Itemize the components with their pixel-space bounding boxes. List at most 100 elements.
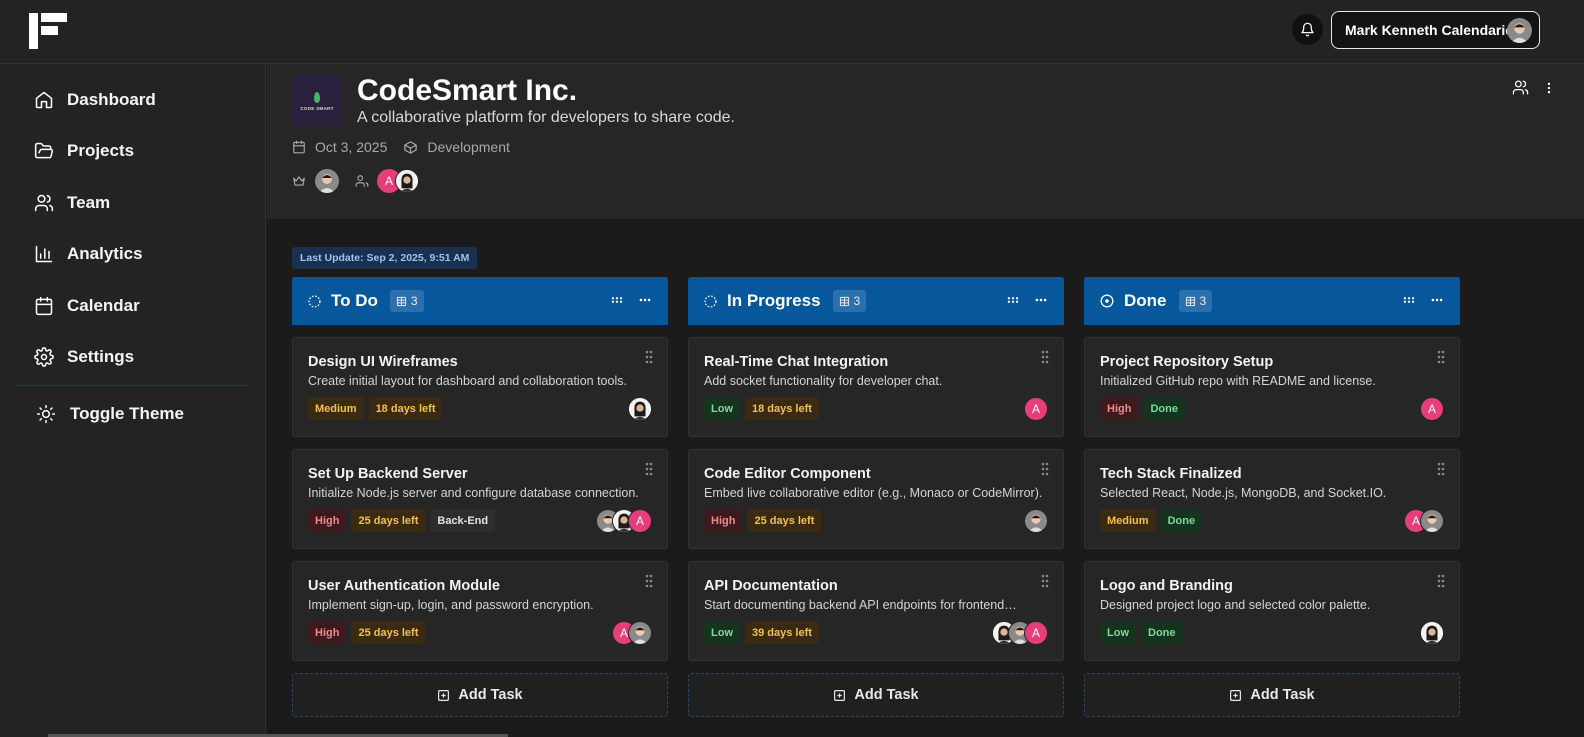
- sidebar-item-team[interactable]: Team: [34, 191, 110, 215]
- drag-handle-icon[interactable]: [645, 350, 653, 364]
- task-tag: High: [1100, 397, 1139, 420]
- column-actions: [610, 293, 652, 307]
- task-card[interactable]: Code Editor Component Embed live collabor…: [688, 449, 1064, 549]
- sidebar-item-label: Calendar: [67, 296, 140, 315]
- table-icon: [396, 296, 406, 306]
- task-card[interactable]: Project Repository Setup Initialized GitH…: [1084, 337, 1460, 437]
- members-icon[interactable]: [1512, 79, 1529, 96]
- column-title: In Progress: [727, 291, 821, 310]
- task-tag: Low: [704, 397, 740, 420]
- sidebar-item-projects[interactable]: Projects: [34, 139, 134, 163]
- header-actions: [1512, 79, 1556, 96]
- more-horizontal-icon[interactable]: [1430, 293, 1444, 307]
- task-tag: Back-End: [430, 509, 496, 532]
- sidebar-item-settings[interactable]: Settings: [34, 345, 134, 369]
- task-tags: High 25 days left Back-End: [308, 509, 496, 532]
- table-icon: [839, 296, 849, 306]
- project-date-text: Oct 3, 2025: [315, 139, 388, 155]
- add-task-button[interactable]: Add Task: [688, 673, 1064, 717]
- assignee-avatar[interactable]: [628, 621, 652, 645]
- drag-handle-icon[interactable]: [645, 462, 653, 476]
- drag-handle-icon[interactable]: [1041, 462, 1049, 476]
- column-header: Done 3: [1084, 277, 1460, 325]
- sidebar-item-label: Dashboard: [67, 90, 156, 109]
- project-category-text: Development: [427, 139, 510, 155]
- app-logo-icon[interactable]: [29, 13, 67, 49]
- folder-icon: [34, 142, 54, 159]
- add-task-button[interactable]: Add Task: [1084, 673, 1460, 717]
- task-tag: High: [308, 621, 347, 644]
- task-card[interactable]: API Documentation Start documenting backe…: [688, 561, 1064, 661]
- task-tag: Done: [1143, 397, 1185, 420]
- project-category: Development: [403, 139, 510, 155]
- chart-icon: [35, 245, 53, 263]
- bell-icon: [1301, 22, 1314, 37]
- column-count-value: 3: [1199, 294, 1207, 308]
- task-description: Initialized GitHub repo with README and …: [1100, 374, 1376, 388]
- more-horizontal-icon[interactable]: [1034, 293, 1048, 307]
- drag-handle-icon[interactable]: [1437, 574, 1445, 588]
- calendar-icon: [293, 140, 305, 154]
- task-tags: Medium 18 days left: [308, 397, 443, 420]
- task-card[interactable]: Design UI Wireframes Create initial layou…: [292, 337, 668, 437]
- column-title: Done: [1124, 291, 1167, 310]
- task-tag: 25 days left: [747, 509, 822, 532]
- sidebar-divider: [16, 385, 248, 386]
- drag-handle-icon[interactable]: [1437, 350, 1445, 364]
- assignee-avatar[interactable]: A: [1420, 397, 1444, 421]
- column-done: Done 3 Project Repository Setup Initializ…: [1084, 277, 1460, 717]
- drag-handle-icon[interactable]: [1041, 350, 1049, 364]
- last-update-badge: Last Update: Sep 2, 2025, 9:51 AM: [292, 247, 478, 269]
- notifications-button[interactable]: [1292, 14, 1323, 45]
- assignee-avatar[interactable]: [1420, 621, 1444, 645]
- toggle-theme-button[interactable]: Toggle Theme: [36, 402, 184, 426]
- sidebar-item-dashboard[interactable]: Dashboard: [34, 88, 156, 112]
- drag-handle-icon[interactable]: [1041, 574, 1049, 588]
- task-tags: High 25 days left: [704, 509, 822, 532]
- task-tag: Low: [704, 621, 740, 644]
- assignee-avatar[interactable]: [1024, 509, 1048, 533]
- column-header: To Do 3: [292, 277, 668, 325]
- plus-square-icon: [1230, 689, 1242, 701]
- sidebar-item-analytics[interactable]: Analytics: [34, 242, 143, 266]
- dashed-circle-icon: [704, 294, 717, 308]
- task-tag: Low: [1100, 621, 1136, 644]
- assignee-avatar[interactable]: A: [628, 509, 652, 533]
- add-task-button[interactable]: Add Task: [292, 673, 668, 717]
- member-avatar[interactable]: [395, 169, 419, 193]
- task-title: Real-Time Chat Integration: [704, 354, 889, 370]
- drag-handle-icon[interactable]: [1437, 462, 1445, 476]
- task-tag: 25 days left: [351, 621, 426, 644]
- sidebar-item-calendar[interactable]: Calendar: [34, 294, 140, 318]
- assignee-avatar[interactable]: [1420, 509, 1444, 533]
- team-icon: [34, 194, 54, 212]
- assignee-avatar[interactable]: A: [1024, 621, 1048, 645]
- grip-icon[interactable]: [1006, 293, 1020, 307]
- box-icon: [404, 140, 418, 154]
- user-menu-button[interactable]: Mark Kenneth Calendario: [1331, 11, 1540, 49]
- sidebar: Dashboard Projects Team Analytics Calend…: [0, 64, 266, 737]
- task-tag: High: [704, 509, 743, 532]
- task-card[interactable]: Real-Time Chat Integration Add socket fun…: [688, 337, 1064, 437]
- more-vertical-icon[interactable]: [1542, 80, 1556, 96]
- column-count: 3: [389, 290, 424, 312]
- task-title: Set Up Backend Server: [308, 466, 468, 482]
- assignee-avatar[interactable]: A: [1024, 397, 1048, 421]
- grip-icon[interactable]: [1402, 293, 1416, 307]
- top-bar: Mark Kenneth Calendario: [0, 0, 1584, 64]
- user-name: Mark Kenneth Calendario: [1345, 22, 1514, 38]
- task-card[interactable]: Set Up Backend Server Initialize Node.js …: [292, 449, 668, 549]
- crown-icon: [293, 176, 305, 186]
- owner-avatar[interactable]: [315, 169, 339, 193]
- more-horizontal-icon[interactable]: [638, 293, 652, 307]
- task-tag: Medium: [308, 397, 364, 420]
- grip-icon[interactable]: [610, 293, 624, 307]
- assignee-avatar[interactable]: [628, 397, 652, 421]
- task-card[interactable]: Logo and Branding Designed project logo a…: [1084, 561, 1460, 661]
- drag-handle-icon[interactable]: [645, 574, 653, 588]
- task-tag: 18 days left: [745, 397, 819, 420]
- task-card[interactable]: User Authentication Module Implement sign…: [292, 561, 668, 661]
- task-card[interactable]: Tech Stack Finalized Selected React, Node…: [1084, 449, 1460, 549]
- task-assignees: A: [612, 621, 652, 645]
- add-task-label: Add Task: [1250, 687, 1315, 703]
